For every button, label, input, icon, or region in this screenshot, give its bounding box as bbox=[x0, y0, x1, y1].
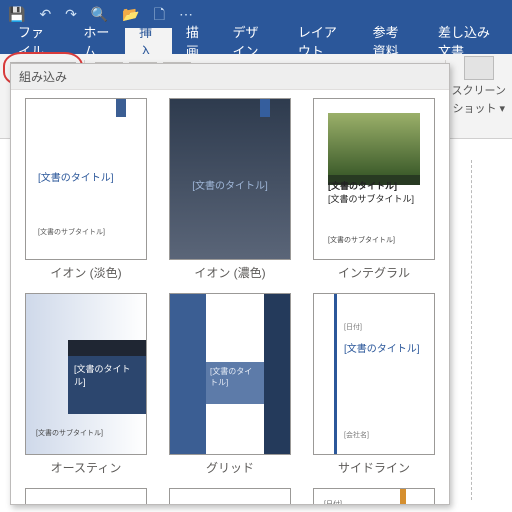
tab-draw[interactable]: 描画 bbox=[172, 28, 219, 54]
tab-layout[interactable]: レイアウト bbox=[284, 28, 359, 54]
gallery-item-sideline[interactable]: [日付] [文書のタイトル] [会社名] サイドライン bbox=[311, 293, 437, 476]
thumbnail-preview: [日付] [文書のタイトル] [会社名] bbox=[313, 293, 435, 455]
thumbnail-caption: サイドライン bbox=[338, 459, 410, 476]
gallery-item-ion-dark[interactable]: [文書のタイトル] イオン (濃色) bbox=[167, 98, 293, 281]
gallery-item-grid[interactable]: [文書のタイトル] グリッド bbox=[167, 293, 293, 476]
tab-insert[interactable]: 挿入 bbox=[125, 28, 172, 54]
screenshot-label-1: スクリーン bbox=[452, 82, 506, 98]
gallery-section-header: 組み込み bbox=[11, 64, 449, 90]
tab-file[interactable]: ファイル bbox=[4, 28, 69, 54]
tab-mailings[interactable]: 差し込み文書 bbox=[424, 28, 508, 54]
new-icon[interactable]: 🗋 bbox=[152, 7, 167, 21]
gallery-item-austin[interactable]: [文書のタイトル] [文書のサブタイトル] オースティン bbox=[23, 293, 149, 476]
thumbnail-caption: イオン (淡色) bbox=[50, 264, 121, 281]
tab-design[interactable]: デザイン bbox=[219, 28, 284, 54]
qat-more-icon[interactable]: ⋯ bbox=[177, 7, 195, 21]
thumbnail-preview: [文書のタイトル] [文書のサブタイトル] bbox=[25, 98, 147, 260]
screenshot-label-2: ショット ▾ bbox=[452, 100, 505, 116]
save-icon[interactable]: 💾 bbox=[6, 7, 27, 21]
thumbnail-caption: インテグラル bbox=[338, 264, 410, 281]
gallery-item[interactable]: [文書のタイトル] bbox=[23, 488, 149, 504]
document-edge bbox=[471, 160, 512, 500]
zoom-icon[interactable]: 🔍 bbox=[89, 7, 110, 21]
thumbnail-caption: イオン (濃色) bbox=[194, 264, 265, 281]
thumbnail-preview: [文書のタイトル] bbox=[169, 98, 291, 260]
gallery-item-ion-light[interactable]: [文書のタイトル] [文書のサブタイトル] イオン (淡色) bbox=[23, 98, 149, 281]
thumbnail-preview: [文書のタイトル] [文書のサブタイトル] bbox=[25, 293, 147, 455]
gallery-item-integral[interactable]: [文書のタイトル][文書のサブタイトル] [文書のサブタイトル] インテグラル bbox=[311, 98, 437, 281]
thumbnail-preview bbox=[169, 488, 291, 504]
undo-icon[interactable]: ↶ bbox=[37, 7, 53, 21]
thumbnail-preview: [文書のタイトル][文書のサブタイトル] [文書のサブタイトル] bbox=[313, 98, 435, 260]
cover-page-gallery: 組み込み [文書のタイトル] [文書のサブタイトル] イオン (淡色) [文書の… bbox=[10, 63, 450, 505]
tab-home[interactable]: ホーム bbox=[69, 28, 125, 54]
thumbnail-preview: [文書のタイトル] bbox=[25, 488, 147, 504]
screenshot-button[interactable]: スクリーン ショット ▾ bbox=[446, 54, 512, 138]
camera-icon bbox=[464, 56, 494, 80]
thumbnail-preview: [日付] bbox=[313, 488, 435, 504]
thumbnail-caption: グリッド bbox=[206, 459, 254, 476]
gallery-item[interactable] bbox=[167, 488, 293, 504]
tab-references[interactable]: 参考資料 bbox=[359, 28, 424, 54]
open-icon[interactable]: 📂 bbox=[120, 7, 141, 21]
thumbnail-preview: [文書のタイトル] bbox=[169, 293, 291, 455]
gallery-body[interactable]: [文書のタイトル] [文書のサブタイトル] イオン (淡色) [文書のタイトル]… bbox=[11, 90, 449, 504]
thumbnail-caption: オースティン bbox=[51, 459, 122, 476]
gallery-item[interactable]: [日付] bbox=[311, 488, 437, 504]
ribbon-tabs: ファイル ホーム 挿入 描画 デザイン レイアウト 参考資料 差し込み文書 bbox=[0, 28, 512, 54]
redo-icon[interactable]: ↷ bbox=[63, 7, 79, 21]
